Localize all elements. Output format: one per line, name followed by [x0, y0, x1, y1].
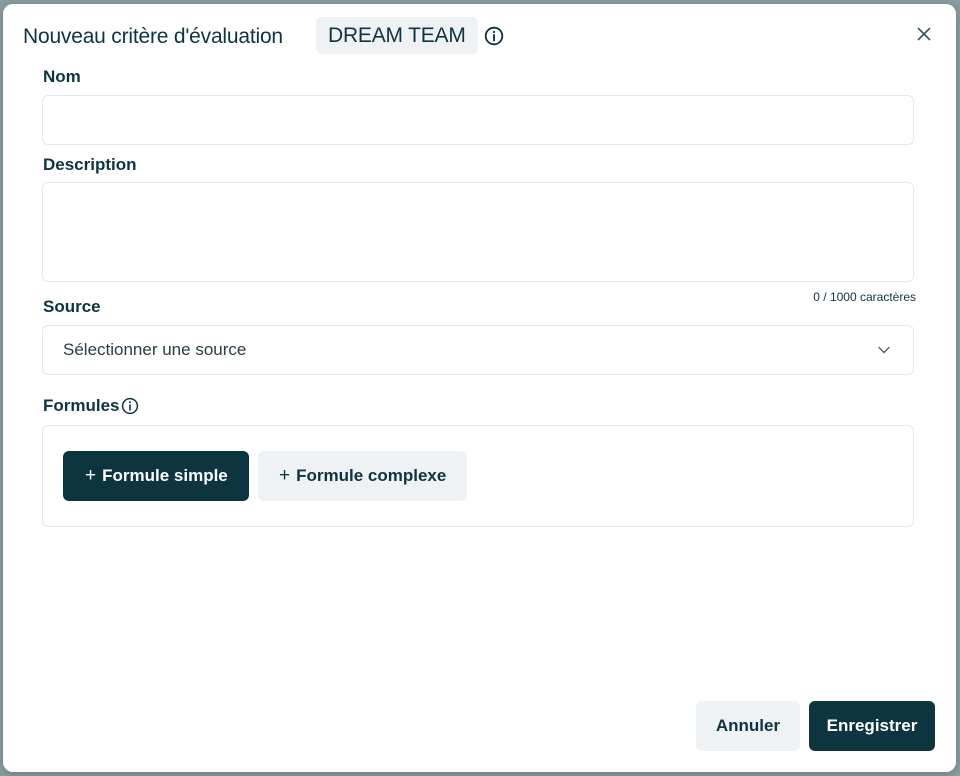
plus-icon: +	[85, 465, 97, 486]
cancel-button[interactable]: Annuler	[696, 701, 800, 751]
description-field-wrapper	[42, 182, 914, 282]
formules-label: Formules	[43, 396, 120, 415]
description-label: Description	[43, 155, 137, 174]
description-textarea[interactable]	[43, 183, 913, 281]
add-complex-formula-label: Formule complexe	[296, 466, 447, 485]
source-label: Source	[43, 297, 101, 316]
add-simple-formula-label: Formule simple	[102, 466, 228, 485]
add-complex-formula-button[interactable]: + Formule complexe	[258, 451, 467, 501]
name-field-wrapper	[42, 95, 914, 145]
name-input[interactable]	[43, 96, 913, 144]
info-icon[interactable]	[484, 26, 504, 46]
team-badge: DREAM TEAM	[316, 17, 478, 54]
close-icon[interactable]	[915, 25, 933, 43]
chevron-down-icon	[878, 346, 890, 354]
criteria-dialog: Nouveau critère d'évaluation DREAM TEAM …	[3, 4, 956, 772]
char-counter: 0 / 1000 caractères	[813, 290, 916, 304]
plus-icon: +	[279, 465, 291, 486]
source-select-placeholder: Sélectionner une source	[63, 340, 247, 359]
save-button[interactable]: Enregistrer	[809, 701, 935, 751]
formules-panel: + Formule simple + Formule complexe	[42, 425, 914, 527]
dialog-title: Nouveau critère d'évaluation	[23, 25, 283, 48]
source-select[interactable]: Sélectionner une source	[42, 325, 914, 375]
name-label: Nom	[43, 67, 81, 86]
add-simple-formula-button[interactable]: + Formule simple	[63, 451, 249, 501]
info-icon[interactable]	[121, 397, 139, 415]
